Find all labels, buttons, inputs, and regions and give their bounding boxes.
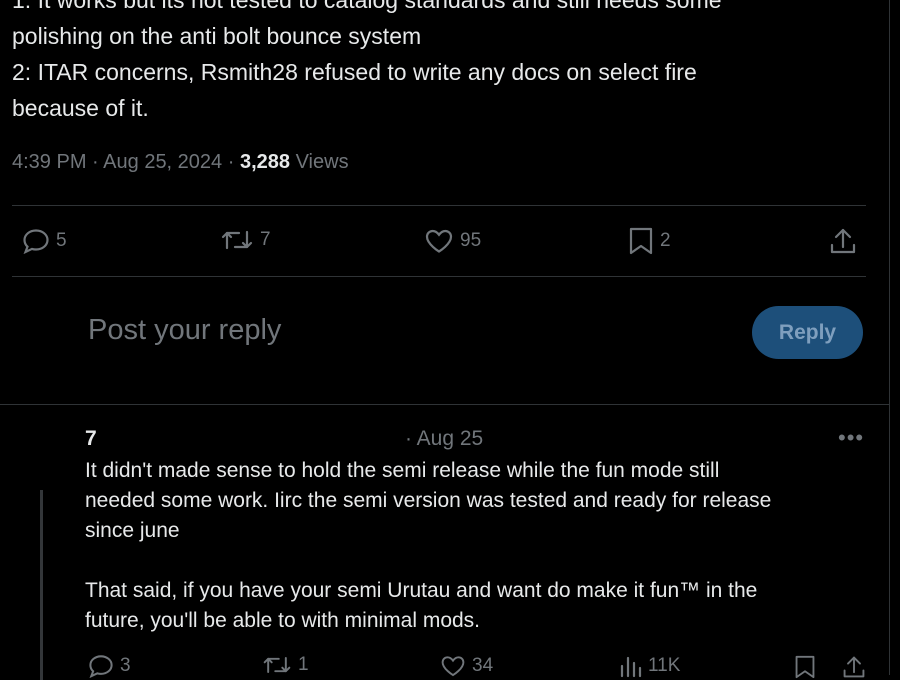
reply-repost-count: 1 bbox=[298, 654, 309, 675]
post-meta: 4:39 PM · Aug 25, 2024 · 3,288 Views bbox=[12, 151, 349, 173]
reply-bookmark-action[interactable] bbox=[794, 654, 816, 680]
reply-reply-action[interactable]: 3 bbox=[88, 654, 131, 678]
thread-line bbox=[40, 490, 43, 680]
reply-line bbox=[85, 546, 875, 576]
reply-like-action[interactable]: 34 bbox=[440, 654, 493, 678]
like-count: 95 bbox=[460, 230, 482, 251]
share-icon bbox=[830, 228, 856, 254]
bookmark-count: 2 bbox=[660, 230, 671, 251]
reply-line: needed some work. Iirc the semi version … bbox=[85, 489, 772, 512]
reply-line: That said, if you have your semi Urutau … bbox=[85, 579, 758, 602]
repost-action[interactable]: 7 bbox=[220, 228, 271, 252]
share-action[interactable] bbox=[829, 226, 857, 256]
bookmark-action[interactable]: 2 bbox=[628, 226, 671, 256]
repost-count: 7 bbox=[260, 229, 271, 250]
like-action[interactable]: 95 bbox=[424, 228, 481, 254]
reply-action[interactable]: 5 bbox=[22, 228, 67, 254]
reply-share-action[interactable] bbox=[842, 654, 866, 680]
reply-line: It didn't made sense to hold the semi re… bbox=[85, 459, 720, 482]
divider bbox=[12, 276, 866, 277]
heart-icon bbox=[441, 656, 465, 677]
reply-input[interactable]: Post your reply bbox=[88, 314, 281, 347]
reply-line: since june bbox=[85, 519, 180, 542]
views-label: Views bbox=[295, 151, 349, 173]
column-border-right bbox=[889, 0, 890, 675]
post-line: 1: It works but its not tested to catalo… bbox=[12, 0, 722, 13]
post-text: 1: It works but its not tested to catalo… bbox=[12, 0, 872, 126]
repost-icon bbox=[221, 230, 253, 250]
repost-icon bbox=[263, 656, 291, 674]
reply-button[interactable]: Reply bbox=[752, 306, 863, 359]
reply-icon bbox=[89, 655, 113, 678]
reply-date[interactable]: · Aug 25 bbox=[405, 427, 483, 451]
post-date[interactable]: Aug 25, 2024 bbox=[103, 151, 222, 173]
divider bbox=[0, 404, 890, 405]
analytics-icon bbox=[620, 656, 642, 678]
post-time[interactable]: 4:39 PM bbox=[12, 151, 86, 173]
heart-icon bbox=[425, 229, 453, 253]
post-line: polishing on the anti bolt bounce system bbox=[12, 23, 422, 49]
reply-reply-count: 3 bbox=[120, 655, 131, 676]
post-line: because of it. bbox=[12, 95, 149, 121]
reply-like-count: 34 bbox=[472, 655, 494, 676]
reply-repost-action[interactable]: 1 bbox=[262, 654, 309, 676]
reply-author[interactable]: 7 bbox=[85, 427, 97, 451]
divider bbox=[12, 205, 866, 206]
reply-count: 5 bbox=[56, 230, 67, 251]
post-line: 2: ITAR concerns, Rsmith28 refused to wr… bbox=[12, 59, 697, 85]
reply-line: future, you'll be able to with minimal m… bbox=[85, 609, 481, 632]
reply-text: It didn't made sense to hold the semi re… bbox=[85, 456, 875, 636]
views-count: 3,288 bbox=[239, 151, 291, 173]
bookmark-icon bbox=[795, 655, 815, 679]
reply-views-action[interactable]: 11K bbox=[618, 654, 680, 678]
reply-icon bbox=[23, 229, 49, 254]
more-icon[interactable]: ••• bbox=[838, 425, 864, 451]
reply-views-count: 11K bbox=[648, 655, 681, 676]
share-icon bbox=[843, 656, 865, 678]
bookmark-icon bbox=[629, 227, 653, 255]
